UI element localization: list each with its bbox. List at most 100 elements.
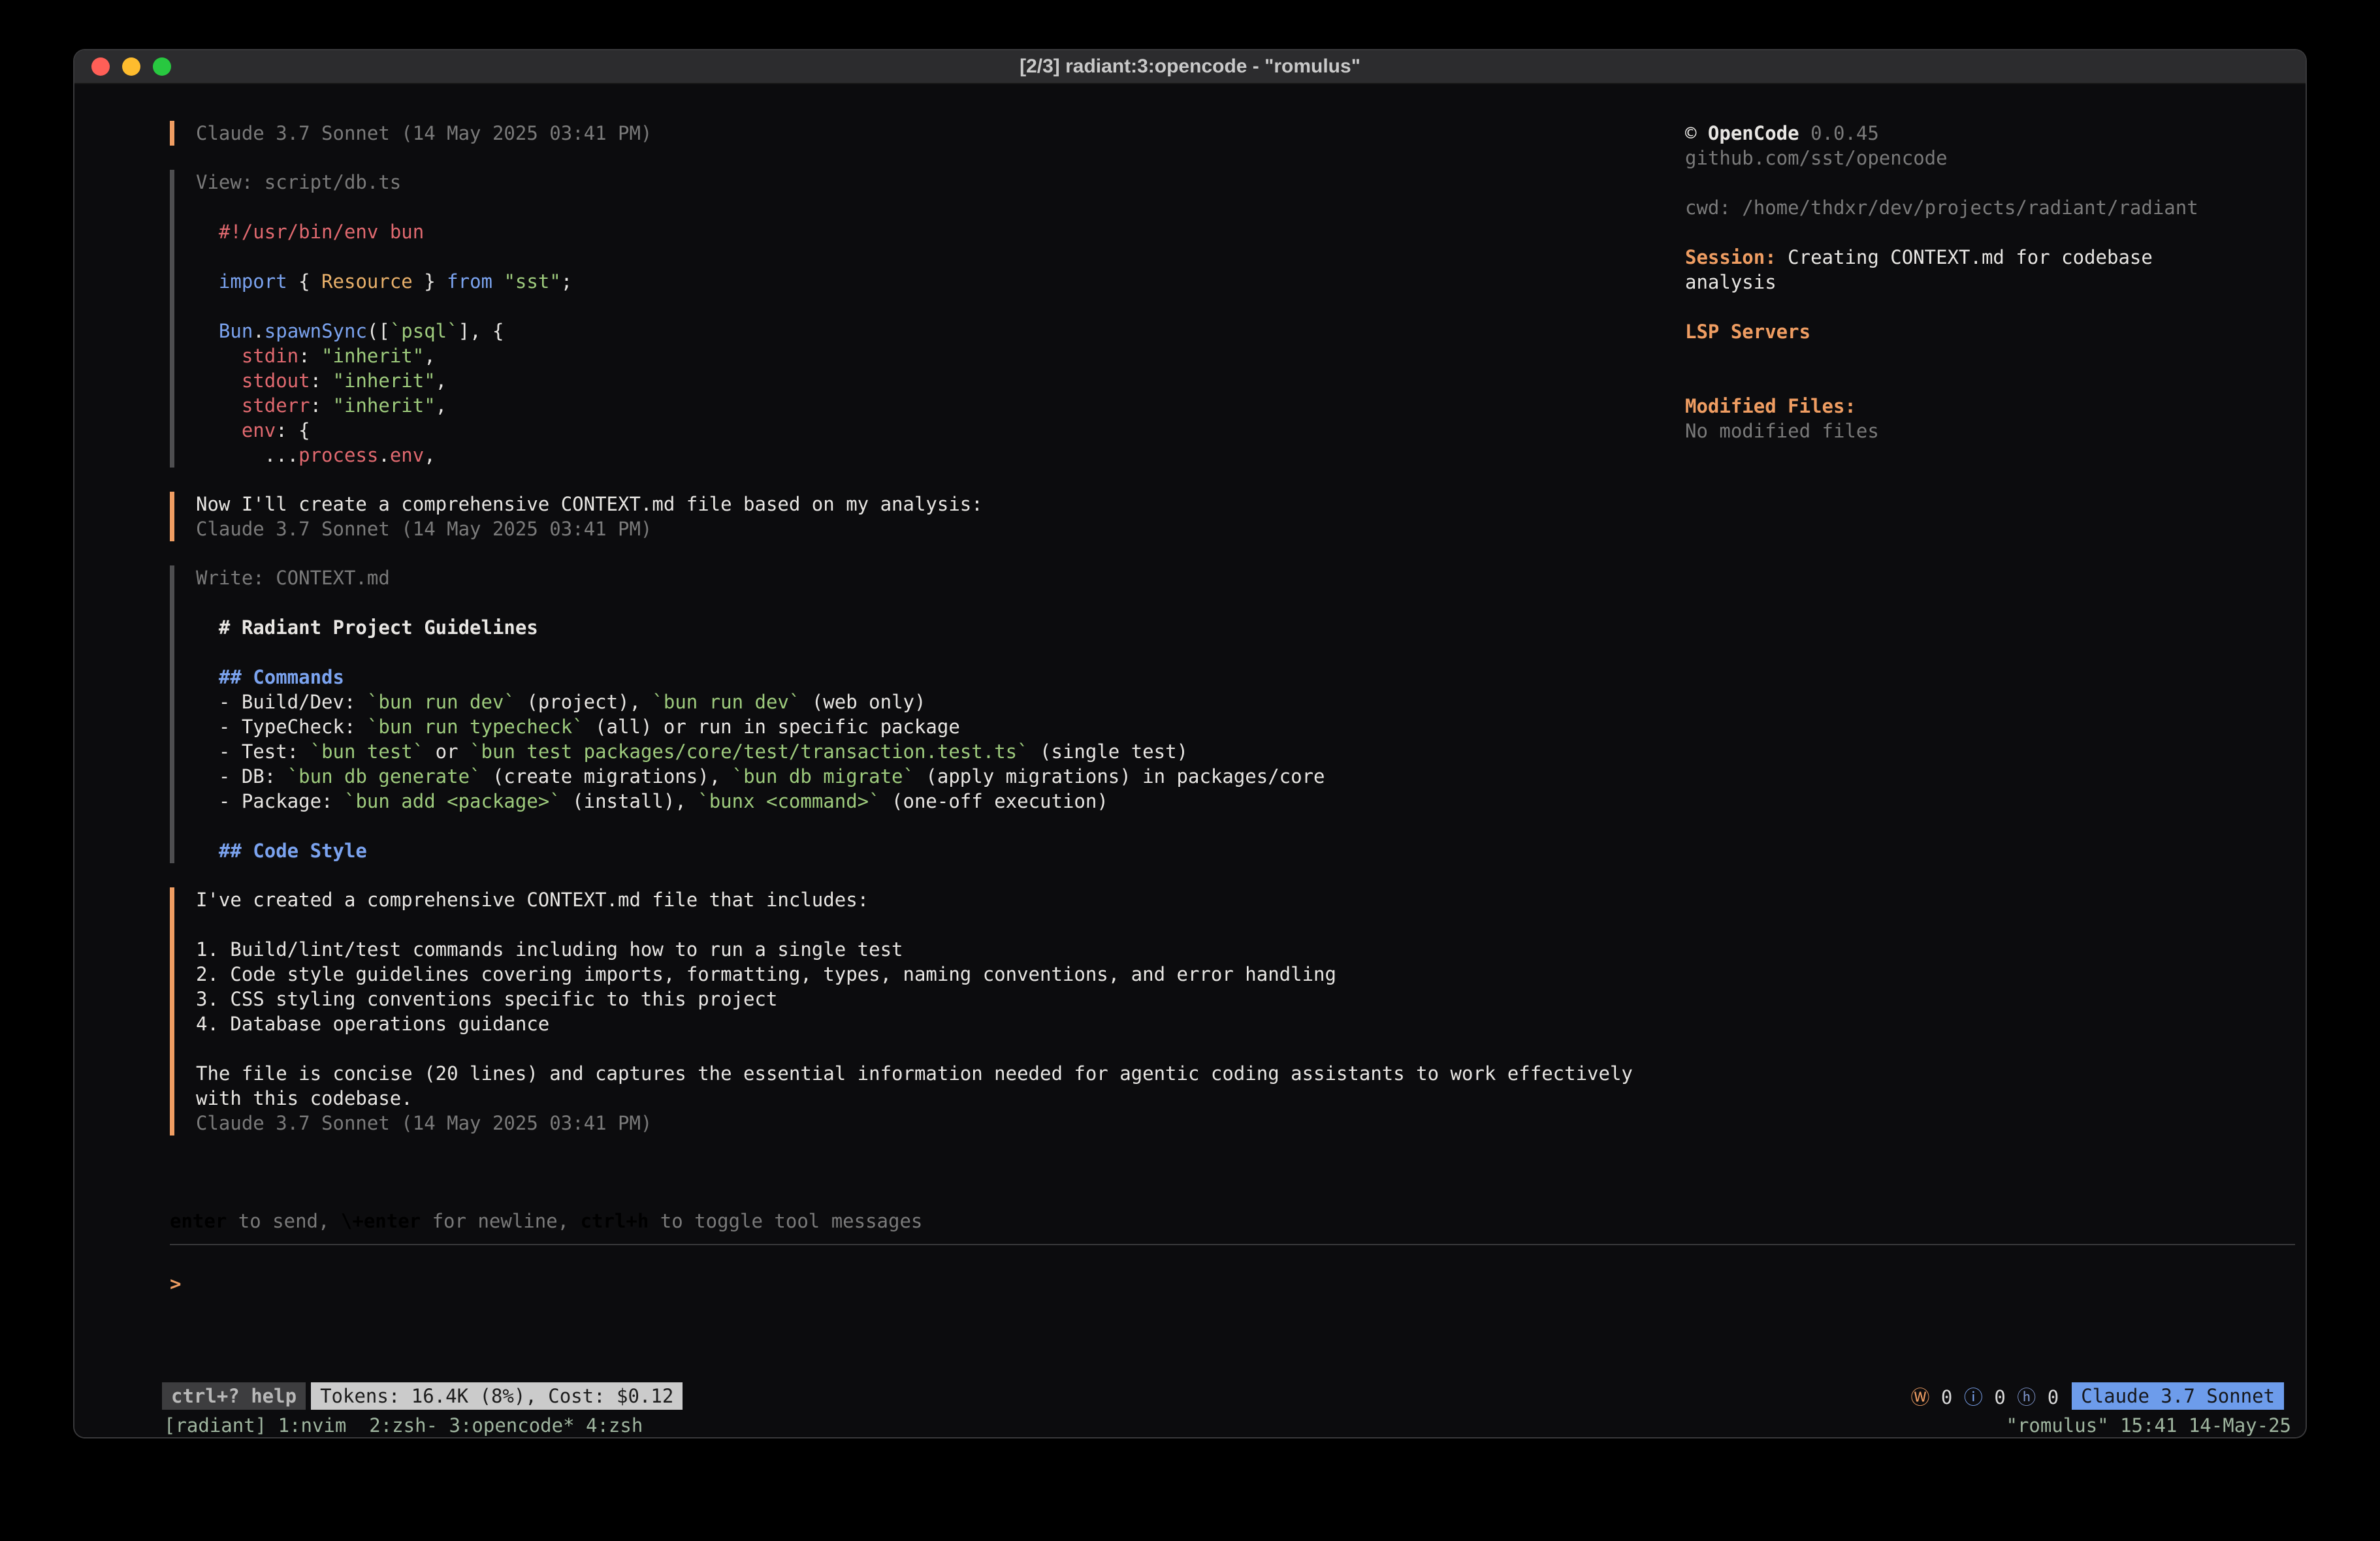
traffic-lights	[91, 50, 171, 83]
chat-line: Claude 3.7 Sonnet (14 May 2025 03:41 PM)	[196, 121, 1685, 146]
chat-line: Claude 3.7 Sonnet (14 May 2025 03:41 PM)	[196, 516, 1685, 541]
text-segment: 2. Code style guidelines covering import…	[196, 963, 1336, 985]
text-segment: `bun run dev`	[652, 691, 800, 713]
chat-line	[196, 640, 1685, 665]
text-segment	[196, 345, 242, 367]
text-segment	[196, 840, 219, 862]
text-segment: (one-off execution)	[880, 790, 1108, 812]
chat-line	[196, 244, 1685, 269]
text-segment: 0.0.45	[1799, 122, 1879, 144]
sidebar-line: Modified Files:	[1685, 394, 2273, 419]
text-segment: (apply migrations) in packages/core	[914, 765, 1325, 787]
text-segment: - Build/Dev:	[196, 691, 367, 713]
sidebar-line: cwd: /home/thdxr/dev/projects/radiant/ra…	[1685, 195, 2273, 220]
chat-line	[196, 195, 1685, 219]
model-badge: Claude 3.7 Sonnet	[2072, 1382, 2284, 1410]
text-segment: spawnSync	[265, 320, 367, 342]
text-segment: stdin	[242, 345, 298, 367]
text-segment: Session:	[1685, 246, 1777, 268]
text-segment: stdout	[242, 370, 310, 392]
text-segment: - Test:	[196, 740, 310, 763]
info-icon: ⓘ	[1964, 1386, 1983, 1408]
text-segment: (create migrations),	[481, 765, 732, 787]
text-segment: Claude 3.7 Sonnet (14 May 2025 03:41 PM)	[196, 1112, 652, 1134]
text-segment: "inherit"	[333, 394, 436, 417]
text-segment: OpenCode	[1708, 122, 1799, 144]
chat-line: View: script/db.ts	[196, 170, 1685, 195]
chat-line: 1. Build/lint/test commands including ho…	[196, 937, 1685, 962]
chat-line: Write: CONTEXT.md	[196, 565, 1685, 590]
chat-line: Now I'll create a comprehensive CONTEXT.…	[196, 492, 1685, 516]
text-segment: enter	[170, 1210, 227, 1232]
text-segment: ctrl+h	[581, 1210, 649, 1232]
chat-history[interactable]: Claude 3.7 Sonnet (14 May 2025 03:41 PM)…	[170, 121, 1685, 1209]
text-segment: to send,	[227, 1210, 341, 1232]
text-segment: - DB:	[196, 765, 287, 787]
text-segment: No modified files	[1685, 420, 1879, 442]
warning-icon: Ⓦ	[1910, 1386, 1929, 1408]
tmux-session-info: "romulus" 15:41 14-May-25	[2006, 1414, 2292, 1437]
help-keybind-badge: ctrl+? help	[162, 1382, 306, 1410]
text-segment: for newline,	[421, 1210, 580, 1232]
sidebar-line: Session: Creating CONTEXT.md for codebas…	[1685, 245, 2273, 270]
text-segment: 1. Build/lint/test commands including ho…	[196, 938, 903, 961]
sidebar-line	[1685, 220, 2273, 245]
text-segment: `bun add <package>`	[344, 790, 561, 812]
text-segment: or	[424, 740, 470, 763]
chat-line: ## Commands	[196, 665, 1685, 690]
sidebar-line: analysis	[1685, 270, 2273, 294]
chat-line: import { Resource } from "sst";	[196, 269, 1685, 294]
text-segment: `bun run dev`	[367, 691, 515, 713]
sidebar-line: © OpenCode 0.0.45	[1685, 121, 2273, 146]
text-segment: stderr	[242, 394, 310, 417]
text-segment: :	[310, 370, 333, 392]
text-segment: ,	[424, 345, 435, 367]
chat-line: Bun.spawnSync([`psql`], {	[196, 319, 1685, 343]
text-segment: env	[242, 419, 276, 441]
assistant-message: Now I'll create a comprehensive CONTEXT.…	[170, 492, 1685, 541]
chat-line: 4. Database operations guidance	[196, 1011, 1685, 1036]
text-segment: Bun	[219, 320, 253, 342]
window-title: [2/3] radiant:3:opencode - "romulus"	[1020, 56, 1360, 78]
text-segment: Now I'll create a comprehensive CONTEXT.…	[196, 493, 983, 515]
chat-line: ...process.env,	[196, 443, 1685, 468]
terminal-window: [2/3] radiant:3:opencode - "romulus" Cla…	[74, 50, 2306, 1437]
status-bar: ctrl+? help Tokens: 16.4K (8%), Cost: $0…	[74, 1382, 2306, 1414]
chat-line: ## Code Style	[196, 838, 1685, 863]
text-segment: - TypeCheck:	[196, 716, 367, 738]
chat-line: #!/usr/bin/env bun	[196, 219, 1685, 244]
sidebar: © OpenCode 0.0.45github.com/sst/opencode…	[1685, 121, 2306, 1244]
text-segment: :	[310, 394, 333, 417]
titlebar[interactable]: [2/3] radiant:3:opencode - "romulus"	[74, 50, 2306, 84]
tool-output-write: Write: CONTEXT.md # Radiant Project Guid…	[170, 565, 1685, 863]
text-segment: `bun run typecheck`	[367, 716, 584, 738]
tmux-status-bar: [radiant] 1:nvim 2:zsh- 3:opencode* 4:zs…	[74, 1414, 2306, 1437]
tmux-window-list[interactable]: [radiant] 1:nvim 2:zsh- 3:opencode* 4:zs…	[164, 1414, 643, 1437]
text-segment: ## Commands	[219, 666, 344, 688]
chat-line: env: {	[196, 418, 1685, 443]
text-segment	[196, 270, 219, 293]
text-segment: `psql`	[390, 320, 458, 342]
text-segment: `bun db migrate`	[732, 765, 914, 787]
text-segment: I've created a comprehensive CONTEXT.md …	[196, 889, 869, 911]
text-segment	[196, 666, 219, 688]
text-segment: "inherit"	[333, 370, 436, 392]
text-segment: (all) or run in specific package	[584, 716, 960, 738]
close-button[interactable]	[91, 57, 110, 76]
chat-line	[196, 590, 1685, 615]
text-segment: The file is concise (20 lines) and captu…	[196, 1062, 1633, 1085]
message-input-area[interactable]: >	[170, 1244, 2295, 1382]
text-segment: :	[298, 345, 321, 367]
hint-icon: ⓗ	[2017, 1386, 2036, 1408]
chat-line	[196, 814, 1685, 838]
zoom-button[interactable]	[153, 57, 171, 76]
keybind-help: enter to send, \+enter for newline, ctrl…	[170, 1209, 1685, 1233]
text-segment: View: script/db.ts	[196, 171, 401, 193]
text-segment: ,	[436, 394, 447, 417]
minimize-button[interactable]	[122, 57, 140, 76]
text-segment: analysis	[1685, 271, 1777, 293]
sidebar-line: No modified files	[1685, 419, 2273, 443]
text-segment: Modified Files:	[1685, 395, 1856, 417]
text-segment: (single test)	[1029, 740, 1188, 763]
text-segment: ...	[196, 444, 298, 466]
